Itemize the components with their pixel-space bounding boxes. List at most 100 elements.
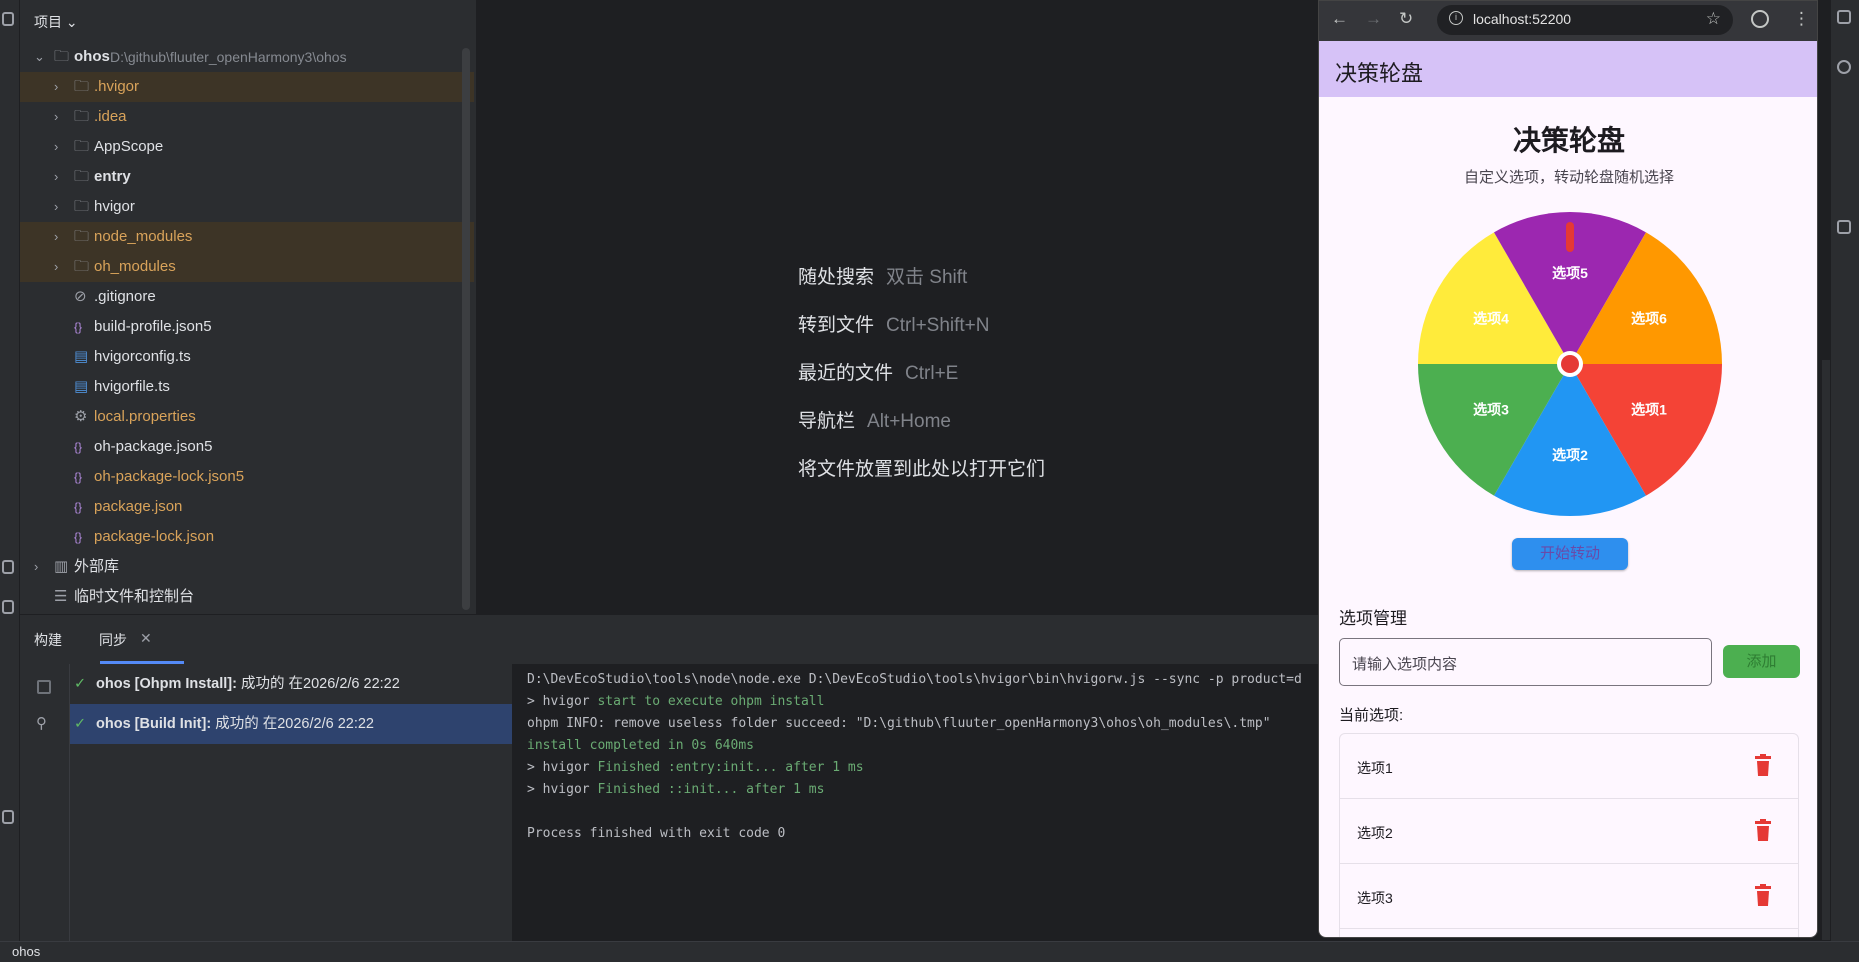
build-item-title: ohos [Ohpm Install]: (96, 676, 237, 692)
delete-icon[interactable] (1752, 819, 1774, 843)
project-scrollbar[interactable] (462, 48, 470, 610)
wheel-slice-label: 选项1 (1631, 402, 1667, 418)
typescript-icon: ▤ (74, 378, 89, 395)
tree-item-label: build-profile.json5 (94, 318, 212, 335)
menu-kebab-icon[interactable]: ⋮ (1793, 9, 1810, 29)
chevron-right-icon[interactable]: › (54, 132, 58, 162)
notifications-icon[interactable] (1837, 10, 1851, 24)
editor-hint: 最近的文件 Ctrl+E (798, 358, 958, 385)
tree-item[interactable]: {} build-profile.json5 (20, 312, 474, 342)
terminal-tool-icon[interactable] (2, 810, 14, 824)
address-bar[interactable]: i localhost:52200 ☆ (1437, 5, 1733, 35)
build-results-list: ✓ ohos [Ohpm Install]: 成功的 在2026/2/6 22:… (70, 664, 512, 941)
tree-item[interactable]: › 🗀 .idea (20, 102, 474, 132)
assistant-icon[interactable] (1837, 60, 1851, 74)
build-item-status: 成功的 在2026/2/6 22:22 (241, 676, 400, 692)
folder-icon: 🗀 (74, 108, 90, 125)
tree-item[interactable]: ▤ hvigorfile.ts (20, 372, 474, 402)
back-icon[interactable]: ← (1331, 9, 1348, 29)
device-manager-icon[interactable] (1837, 220, 1851, 234)
chevron-down-icon[interactable]: ⌄ (34, 42, 45, 72)
close-tab-icon[interactable]: ✕ (140, 630, 152, 647)
folder-icon: 🗀 (74, 138, 90, 155)
console-line: Process finished with exit code 0 (527, 826, 786, 841)
build-item-build-init[interactable]: ✓ ohos [Build Init]: 成功的 在2026/2/6 22:22 (70, 704, 512, 744)
json-icon: {} (74, 440, 83, 454)
page-title: 决策轮盘 (1512, 125, 1625, 156)
tree-item[interactable]: ☰ 临时文件和控制台 (20, 582, 474, 612)
chevron-right-icon[interactable]: › (54, 102, 58, 132)
tree-item[interactable]: {} package.json (20, 492, 474, 522)
tree-item-label: oh-package-lock.json5 (94, 468, 245, 485)
tree-item-label: hvigorconfig.ts (94, 348, 191, 365)
options-list: 选项1 选项2 选项3 (1339, 733, 1799, 937)
option-list-item: 选项3 (1340, 864, 1798, 929)
tree-item[interactable]: › 🗀 AppScope (20, 132, 474, 162)
chevron-right-icon[interactable]: › (54, 72, 58, 102)
editor-hint: 随处搜索 双击 Shift (798, 262, 967, 289)
tab-build[interactable]: 构建 (34, 630, 62, 650)
tree-item[interactable]: ⚙ local.properties (20, 402, 474, 432)
bookmark-star-icon[interactable]: ☆ (1706, 9, 1721, 29)
scratch-icon: ☰ (54, 588, 68, 605)
tree-item[interactable]: › ▥ 外部库 (20, 552, 474, 582)
tree-item[interactable]: › 🗀 .hvigor (20, 72, 474, 102)
status-project-name[interactable]: ohos (12, 944, 40, 959)
build-item-status: 成功的 在2026/2/6 22:22 (215, 716, 374, 732)
option-input-placeholder: 请输入选项内容 (1352, 656, 1458, 673)
build-tool-header: 构建 同步 ✕ (20, 614, 1322, 664)
project-panel: 项目 ⌄ ⌄ 🗀 ohos D:\github\fluuter_openHarmony… (20, 0, 476, 614)
tree-item-label: package.json (94, 498, 183, 515)
chevron-right-icon[interactable]: › (54, 252, 58, 282)
tree-item-label: .gitignore (94, 288, 156, 305)
tree-item-label: 临时文件和控制台 (74, 588, 195, 605)
project-tool-icon[interactable] (2, 12, 14, 26)
build-console[interactable]: D:\DevEcoStudio\tools\node\node.exe D:\D… (512, 664, 1322, 941)
folder-icon: 🗀 (74, 228, 90, 245)
option-input[interactable]: 请输入选项内容 (1339, 638, 1712, 686)
tree-item[interactable]: {} oh-package.json5 (20, 432, 474, 462)
wheel-slice-label: 选项3 (1473, 402, 1509, 418)
delete-icon[interactable] (1752, 754, 1774, 778)
chevron-right-icon[interactable]: › (54, 222, 58, 252)
spin-button[interactable]: 开始转动 (1512, 538, 1628, 570)
build-item-ohpm-install[interactable]: ✓ ohos [Ohpm Install]: 成功的 在2026/2/6 22:… (70, 664, 512, 704)
build-gutter: ⚲ (20, 664, 70, 941)
reload-icon[interactable]: ↻ (1399, 9, 1413, 29)
tree-item[interactable]: ⌄ 🗀 ohos D:\github\fluuter_openHarmony3\oho… (20, 42, 474, 72)
chevron-right-icon[interactable]: › (54, 162, 58, 192)
left-tool-strip (0, 0, 20, 962)
editor-empty-area[interactable]: 随处搜索 双击 Shift 转到文件 Ctrl+Shift+N 最近的文件 Ctrl+E 导… (476, 0, 1322, 614)
app-bar-title: 决策轮盘 (1335, 61, 1424, 86)
tab-sync[interactable]: 同步 (99, 630, 127, 650)
add-option-button[interactable]: 添加 (1723, 645, 1800, 678)
tree-item-label: 外部库 (74, 558, 120, 575)
url-text: localhost:52200 (1473, 11, 1572, 27)
tree-item[interactable]: ▤ hvigorconfig.ts (20, 342, 474, 372)
stop-icon[interactable] (37, 680, 51, 694)
editor-hint: 将文件放置到此处以打开它们 (798, 454, 1045, 481)
tree-item[interactable]: › 🗀 oh_modules (20, 252, 474, 282)
profile-icon[interactable] (1751, 10, 1769, 28)
structure-tool-icon[interactable] (2, 560, 14, 574)
forward-icon[interactable]: → (1365, 9, 1382, 29)
tree-item[interactable]: {} package-lock.json (20, 522, 474, 552)
tree-item-label: oh_modules (94, 258, 176, 275)
pin-icon[interactable]: ⚲ (36, 714, 47, 732)
chevron-right-icon[interactable]: › (54, 192, 58, 222)
tree-item[interactable]: › 🗀 node_modules (20, 222, 474, 252)
decision-wheel[interactable]: 选项1 选项2 选项3 选项4 选项5 选项6 (1415, 209, 1725, 519)
chevron-right-icon[interactable]: › (34, 552, 38, 582)
project-panel-header[interactable]: 项目 ⌄ (34, 12, 78, 32)
build-tool-icon[interactable] (2, 600, 14, 614)
console-line: > hvigor Finished ::init... after 1 ms (527, 782, 825, 797)
tree-item[interactable]: ⊘ .gitignore (20, 282, 474, 312)
tree-item[interactable]: {} oh-package-lock.json5 (20, 462, 474, 492)
browser-window: ← → ↻ i localhost:52200 ☆ ⋮ 决策轮盘 决策轮盘 自定… (1318, 0, 1818, 938)
tree-item[interactable]: › 🗀 hvigor (20, 192, 474, 222)
hint-shortcut: 双击 Shift (886, 267, 968, 288)
ide-right-scrollbar[interactable] (1822, 360, 1830, 940)
tree-item[interactable]: › 🗀 entry (20, 162, 474, 192)
site-info-icon[interactable]: i (1449, 11, 1463, 25)
delete-icon[interactable] (1752, 884, 1774, 908)
